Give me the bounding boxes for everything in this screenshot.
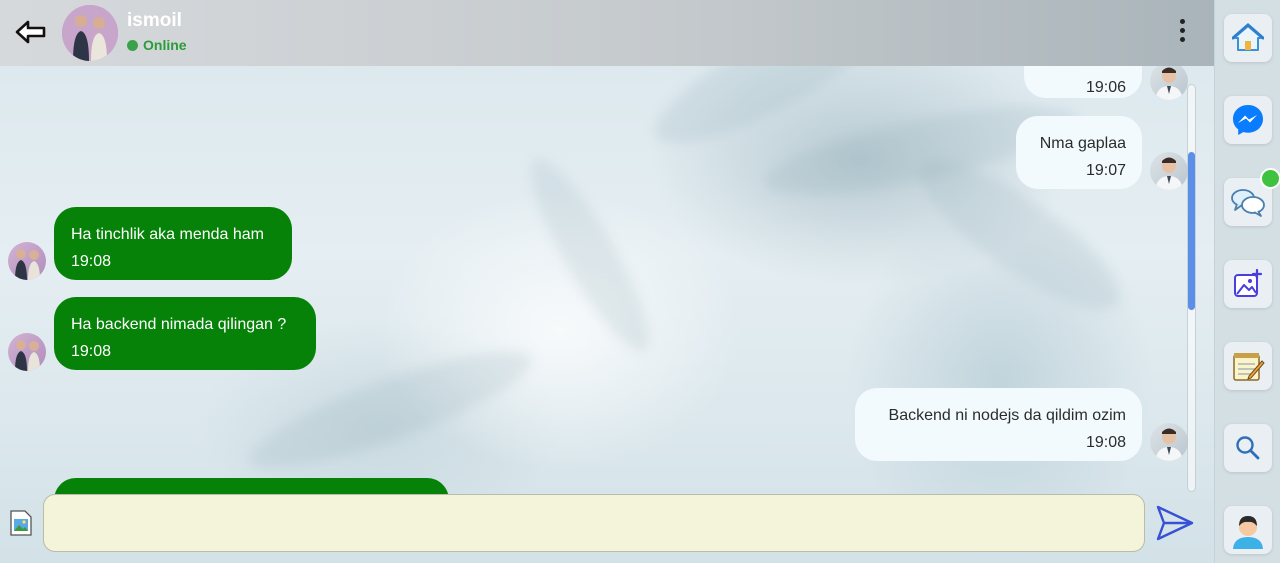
online-status: Online [127, 37, 187, 53]
user-avatar-icon [1233, 516, 1263, 549]
sidebar-item-home[interactable] [1224, 14, 1272, 62]
sender-avatar [1150, 62, 1188, 100]
chat-area: 19:06 Nma gaplaa 19:07 Ha tinchlik aka m… [0, 0, 1214, 563]
sidebar-item-add-image[interactable] [1224, 260, 1272, 308]
add-image-icon [1234, 269, 1263, 297]
send-button[interactable] [1155, 504, 1195, 542]
back-button[interactable] [14, 18, 48, 46]
back-arrow-icon [15, 20, 46, 44]
message-text: Ha backend nimada qilingan ? [71, 316, 287, 333]
message-time: 19:08 [71, 343, 112, 361]
more-options-button[interactable] [1172, 14, 1192, 46]
kebab-dot [1179, 36, 1185, 42]
sender-avatar [1150, 423, 1188, 461]
messenger-icon [1233, 105, 1263, 135]
image-file-icon [10, 510, 32, 536]
message-bubble-incoming: Ha backend nimada qilingan ? 19:08 [54, 297, 316, 370]
chats-notification-dot [1260, 168, 1280, 189]
sidebar-item-profile[interactable] [1224, 506, 1272, 554]
send-icon [1156, 505, 1194, 541]
chat-scrollbar-thumb[interactable] [1188, 152, 1195, 310]
sidebar-item-notes[interactable] [1224, 342, 1272, 390]
sidebar-item-messenger[interactable] [1224, 96, 1272, 144]
attach-image-button[interactable] [9, 510, 33, 536]
chat-header: ismoil Online [0, 0, 1214, 66]
search-icon [1236, 436, 1260, 460]
contact-name: ismoil [127, 10, 182, 31]
message-text: Ha tinchlik aka menda ham [71, 226, 264, 243]
sender-avatar [8, 242, 46, 280]
message-bubble-incoming: Ha tinchlik aka menda ham 19:08 [54, 207, 292, 280]
message-time: 19:08 [71, 253, 112, 271]
background-leaf [513, 147, 667, 363]
kebab-dot [1179, 27, 1185, 33]
status-text: Online [143, 37, 187, 53]
message-bubble-outgoing: Nma gaplaa 19:07 [1016, 116, 1142, 189]
sender-avatar [8, 333, 46, 371]
app-sidebar [1214, 0, 1280, 563]
contact-avatar[interactable] [62, 5, 118, 61]
online-dot-icon [127, 39, 138, 51]
kebab-dot [1179, 18, 1185, 24]
chat-bubbles-icon [1231, 189, 1265, 217]
sender-avatar [1150, 152, 1188, 190]
home-icon [1232, 23, 1264, 51]
message-time: 19:07 [1085, 162, 1126, 180]
sidebar-item-search[interactable] [1224, 424, 1272, 472]
message-bubble-outgoing: Backend ni nodejs da qildim ozim 19:08 [855, 388, 1142, 461]
message-text: Backend ni nodejs da qildim ozim [888, 407, 1126, 424]
notepad-icon [1233, 353, 1265, 381]
message-time: 19:08 [1085, 434, 1126, 452]
message-input[interactable] [43, 494, 1145, 552]
message-text: Nma gaplaa [1039, 135, 1126, 152]
